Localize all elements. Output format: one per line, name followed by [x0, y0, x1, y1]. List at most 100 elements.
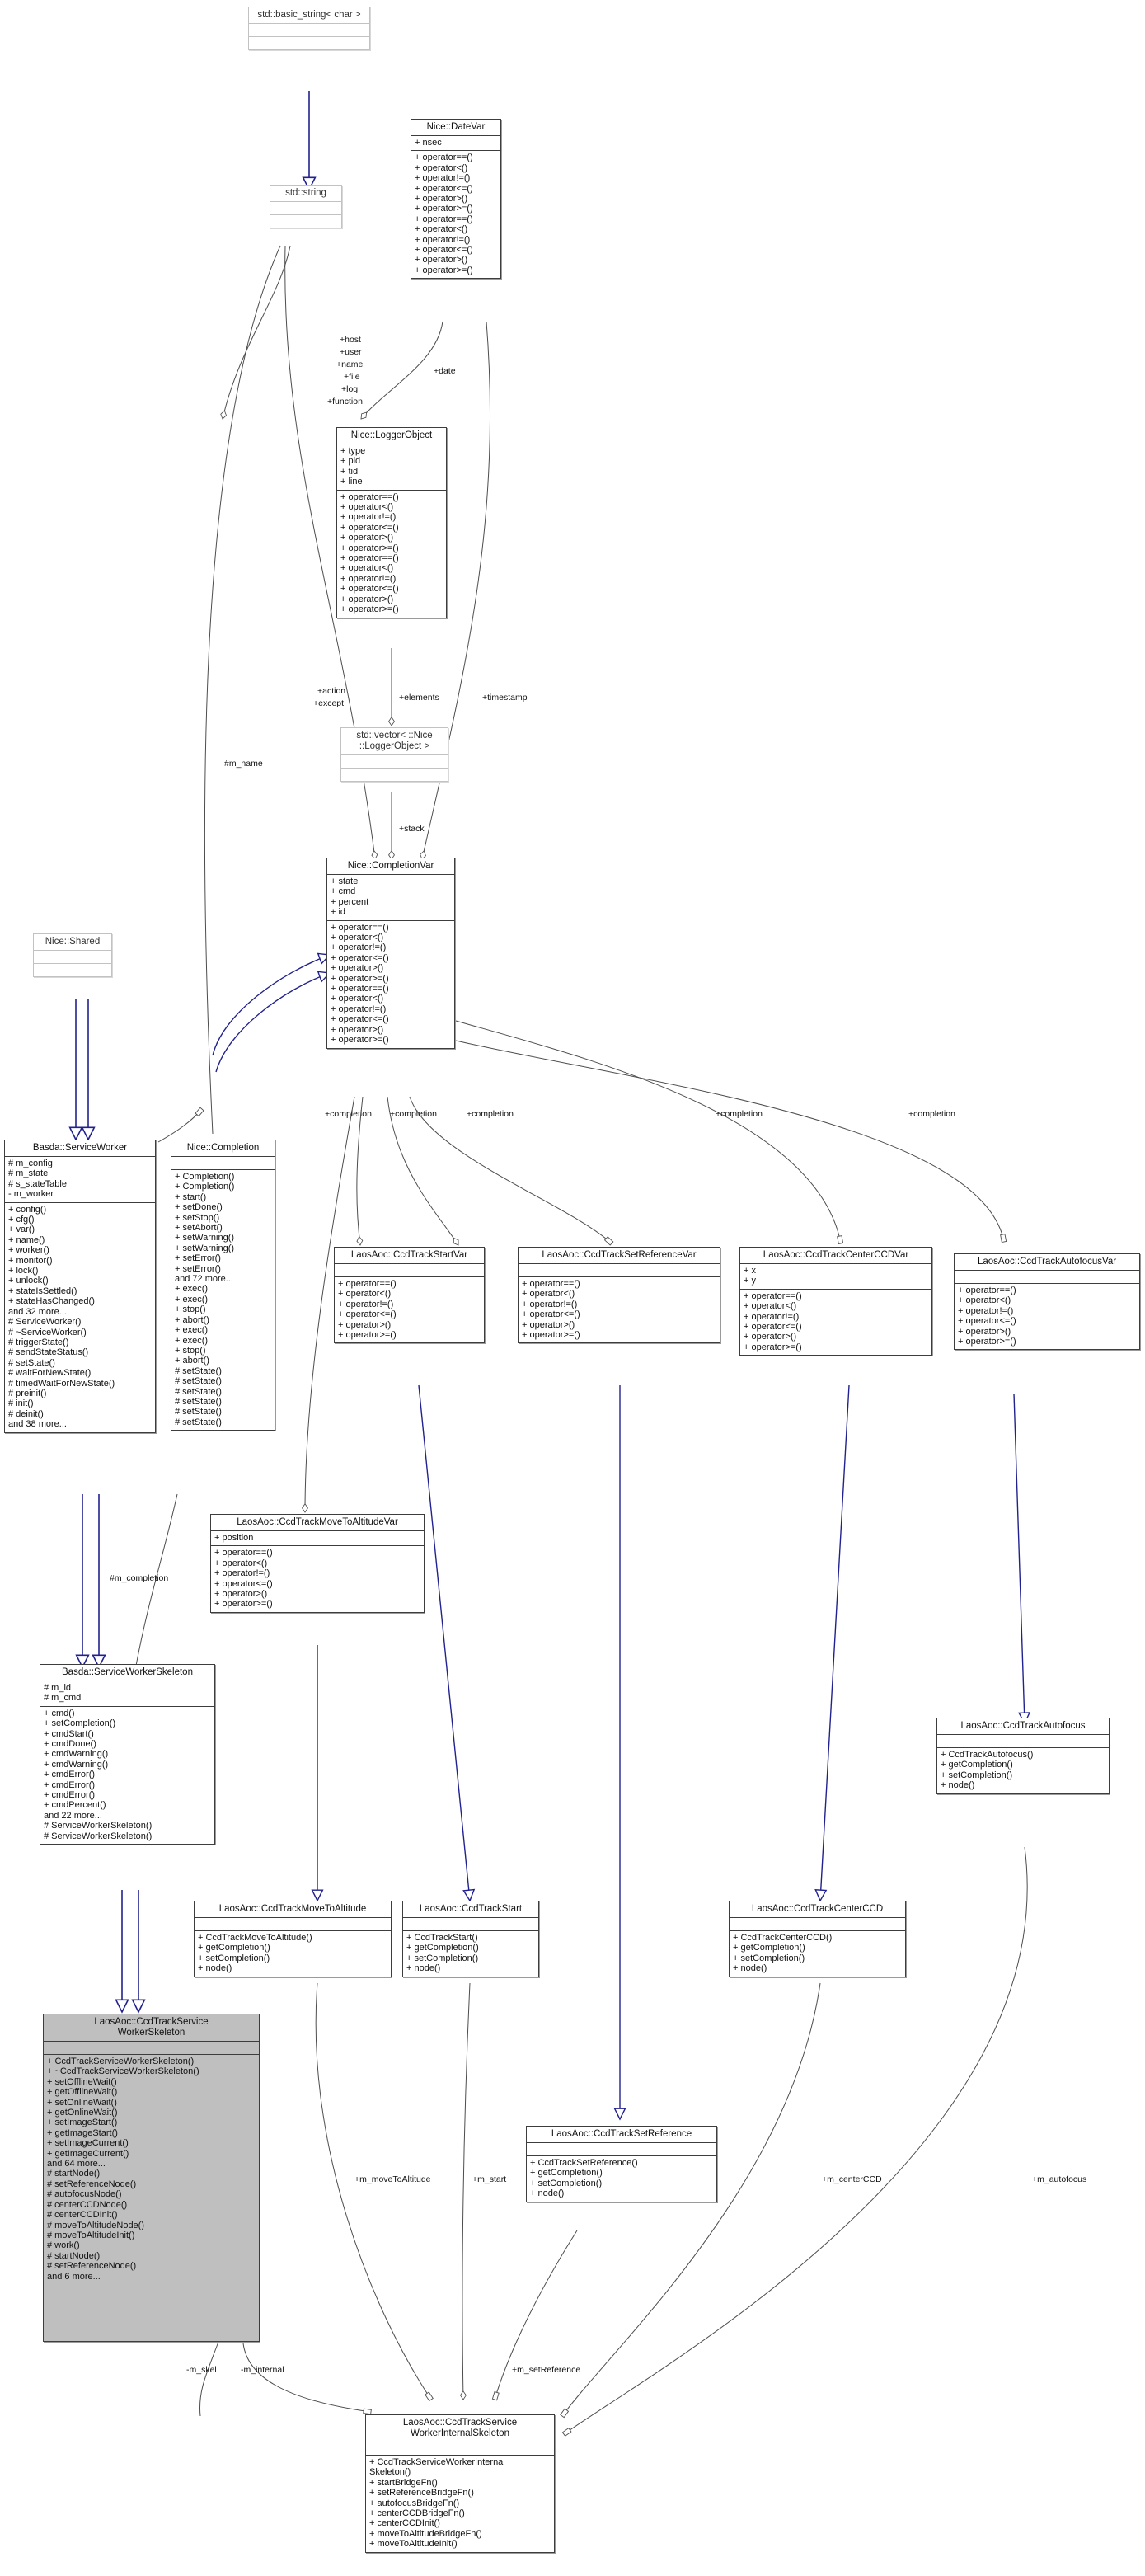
member-row: + setError() [175, 1253, 221, 1264]
class-ccdtracksetreference[interactable]: LaosAoc::CcdTrackSetReference + CcdTrack… [526, 2126, 717, 2202]
attributes-section [171, 1157, 275, 1169]
class-ccdtrackserviceworkerskeleton-highlight[interactable]: LaosAoc::CcdTrackService WorkerSkeleton … [43, 2014, 260, 2342]
member-row: + operator>=() [340, 543, 399, 553]
class-basda-serviceworker[interactable]: Basda::ServiceWorker # m_config # m_state… [4, 1140, 156, 1433]
edge-label-timestamp: +timestamp [482, 693, 528, 703]
edge-label-function: +function [327, 397, 363, 407]
class-basda-serviceworkerskeleton[interactable]: Basda::ServiceWorkerSkeleton # m_id # m_c… [40, 1664, 215, 1845]
member-row: + operator!=() [331, 942, 387, 953]
class-ccdtrackautofocus[interactable]: LaosAoc::CcdTrackAutofocus + CcdTrackAut… [936, 1718, 1110, 1794]
methods-section [34, 964, 111, 976]
methods-section: + operator==() + operator<() + operator!=(… [411, 151, 500, 278]
class-nice-loggerobject[interactable]: Nice::LoggerObject + type + pid + tid + lin… [336, 427, 447, 618]
member-row: # ServiceWorker() [8, 1317, 82, 1328]
class-ccdtrackcenterccd[interactable]: LaosAoc::CcdTrackCenterCCD + CcdTrackCen… [729, 1901, 906, 1977]
member-row: + name() [8, 1234, 45, 1245]
edge-label-completion-4: +completion [716, 1109, 763, 1119]
methods-section: + CcdTrackCenterCCD() + getCompletion() + … [730, 1931, 905, 1977]
class-ccdtrackautofocusvar[interactable]: LaosAoc::CcdTrackAutofocusVar + operator… [954, 1253, 1140, 1351]
class-std-basic-string[interactable]: std::basic_string< char > [248, 7, 370, 50]
member-row: + start() [175, 1192, 207, 1202]
member-row: + setCompletion() [530, 2178, 603, 2188]
edge-label-completion-5: +completion [908, 1109, 955, 1119]
methods-section: + operator==() + operator<() + operator!=(… [211, 1546, 424, 1611]
member-row: + node() [406, 1963, 441, 1974]
member-row: + operator==() [415, 153, 473, 163]
member-row: + node() [941, 1780, 975, 1791]
member-row: Skeleton() [369, 2467, 411, 2478]
member-row: # moveToAltitudeNode() [47, 2220, 145, 2230]
member-row: # s_stateTable [8, 1178, 67, 1189]
edge-label-host: +host [340, 335, 361, 345]
member-row: + setOnlineWait() [47, 2097, 117, 2108]
class-title: LaosAoc::CcdTrackMoveToAltitude [218, 1904, 367, 1914]
member-row: # ~ServiceWorker() [8, 1327, 87, 1337]
class-title: LaosAoc::CcdTrackService WorkerInternalS… [366, 2415, 554, 2442]
methods-section: + operator==() + operator<() + operator!=(… [335, 1277, 484, 1342]
class-nice-completionvar[interactable]: Nice::CompletionVar + state + cmd + percen… [326, 858, 455, 1049]
class-ccdtrackmovetoaltitudevar[interactable]: LaosAoc::CcdTrackMoveToAltitudeVar + pos… [210, 1514, 425, 1613]
member-row: + operator>=() [744, 1342, 802, 1352]
class-std-string[interactable]: std::string [270, 185, 342, 228]
member-row: + operator<=() [340, 584, 399, 595]
class-ccdtrackstartvar[interactable]: LaosAoc::CcdTrackStartVar + operator==()… [334, 1247, 485, 1344]
member-row: + setReferenceBridgeFn() [369, 2488, 474, 2498]
edge-label-m-internal: -m_internal [241, 2365, 284, 2375]
edge-label-completion-1: +completion [325, 1109, 372, 1119]
member-row: + x [744, 1266, 756, 1276]
edge-label-m-skel: -m_skel [186, 2365, 217, 2375]
class-nice-datevar[interactable]: Nice::DateVar + nsec + operator==() + ope… [411, 119, 501, 280]
member-row: + operator>() [338, 1319, 392, 1330]
member-row: + operator!=() [340, 512, 397, 523]
member-row: + operator==() [958, 1286, 1016, 1295]
member-row: + operator>=() [340, 604, 399, 615]
member-row: + operator<() [958, 1295, 1011, 1306]
edge-label-completion-3: +completion [467, 1109, 514, 1119]
member-row: + operator==() [331, 922, 389, 933]
attributes-section [366, 2442, 554, 2455]
member-row: + operator<() [415, 162, 468, 173]
member-row: + operator<=() [340, 522, 399, 533]
member-row: + pid [340, 456, 361, 467]
class-ccdtrackmovetoaltitude[interactable]: LaosAoc::CcdTrackMoveToAltitude + CcdTra… [194, 1901, 392, 1977]
class-nice-completion[interactable]: Nice::Completion + Completion() + Complet… [171, 1140, 275, 1431]
methods-section [270, 215, 341, 228]
member-row: + operator<=() [744, 1322, 802, 1333]
member-row: + operator>() [340, 533, 394, 543]
attributes-section [34, 951, 111, 963]
class-ccdtrackserviceworkerinternalskeleton[interactable]: LaosAoc::CcdTrackService WorkerInternalS… [365, 2414, 555, 2553]
methods-section: + operator==() + operator<() + operator!=(… [519, 1277, 720, 1342]
edge-label-log: +log [341, 384, 359, 394]
member-row: + cmdError() [44, 1770, 96, 1780]
member-row: + getCompletion() [733, 1943, 805, 1953]
member-row: + startBridgeFn() [369, 2477, 438, 2488]
member-row: + setWarning() [175, 1233, 235, 1243]
class-diagram-canvas: std::basic_string< char > std::string Ni… [0, 0, 1145, 2576]
member-row: + setCompletion() [941, 1770, 1013, 1780]
member-row: + operator!=() [415, 173, 471, 184]
methods-section: + CcdTrackServiceWorkerSkeleton()+ ~CcdT… [44, 2055, 259, 2284]
member-row: # setState() [175, 1376, 222, 1387]
class-title: Nice::DateVar [426, 122, 486, 132]
member-row: + exec() [175, 1294, 209, 1304]
class-ccdtrackcenterccdvar[interactable]: LaosAoc::CcdTrackCenterCCDVar + x + y + o… [739, 1247, 932, 1356]
class-ccdtracksetreferencevar[interactable]: LaosAoc::CcdTrackSetReferenceVar + opera… [518, 1247, 720, 1344]
member-row: + operator!=() [744, 1311, 800, 1322]
member-row: + cmdError() [44, 1779, 96, 1790]
member-row: + getCompletion() [406, 1943, 479, 1953]
class-std-vector-loggerobject[interactable]: std::vector< ::Nice ::LoggerObject > [340, 727, 448, 782]
edge-label-user: +user [340, 347, 362, 357]
edge-label-date: +date [434, 366, 456, 376]
class-title: Nice::CompletionVar [347, 861, 434, 871]
class-title: Nice::LoggerObject [350, 430, 433, 440]
member-row: + operator<() [331, 994, 384, 1004]
member-row: + operator>=() [522, 1330, 580, 1341]
member-row: + operator<=() [415, 183, 473, 194]
edge-label-m-completion: #m_completion [110, 1573, 169, 1583]
member-row: + CcdTrackSetReference() [530, 2158, 638, 2168]
class-ccdtrackstart[interactable]: LaosAoc::CcdTrackStart + CcdTrackStart()… [402, 1901, 539, 1977]
member-row: and 6 more... [47, 2271, 101, 2282]
member-row: + moveToAltitudeInit() [369, 2539, 458, 2550]
class-nice-shared[interactable]: Nice::Shared [33, 933, 112, 977]
member-row: + cmd() [44, 1708, 75, 1718]
